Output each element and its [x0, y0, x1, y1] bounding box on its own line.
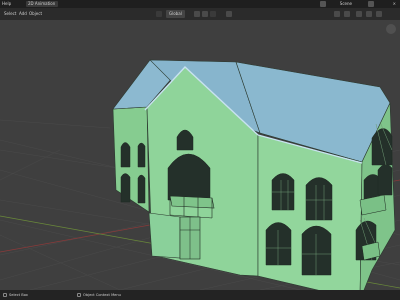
overlay-icon[interactable] [334, 11, 340, 17]
status-right-hint: Object Context Menu [83, 293, 121, 297]
orientation-dropdown[interactable]: Global [166, 10, 185, 18]
view-layer-icon[interactable] [368, 1, 374, 7]
door [179, 216, 201, 260]
rendered-shading-icon[interactable] [376, 11, 382, 17]
status-left-hint: Select Box [9, 293, 28, 297]
material-shading-icon[interactable] [366, 11, 372, 17]
xray-icon[interactable] [344, 11, 350, 17]
mouse-right-icon [77, 293, 81, 297]
top-bar: Help 2D Animation Scene × [0, 0, 400, 8]
menu-object[interactable]: Object [29, 8, 42, 20]
snap-icon[interactable] [202, 11, 208, 17]
mouse-left-icon [3, 293, 7, 297]
transform-orientation-icon[interactable] [156, 11, 162, 17]
close-icon[interactable]: × [393, 0, 396, 8]
proportional-editing-icon[interactable] [226, 11, 232, 17]
workspace-tab[interactable]: 2D Animation [26, 1, 58, 7]
solid-shading-icon[interactable] [356, 11, 362, 17]
status-bar: Select Box Object Context Menu [0, 290, 400, 300]
menu-add[interactable]: Add [19, 8, 27, 20]
viewport-header: Select Add Object Global [0, 8, 400, 20]
viewport-canvas [0, 59, 400, 290]
menu-select[interactable]: Select [4, 8, 16, 20]
building-model[interactable] [112, 59, 396, 290]
scene-icon[interactable] [320, 1, 326, 7]
menu-help[interactable]: Help [2, 0, 11, 8]
snap-options-icon[interactable] [210, 11, 216, 17]
navigation-gizmo-icon[interactable] [386, 24, 396, 34]
3d-viewport[interactable] [0, 20, 400, 290]
scene-selector[interactable]: Scene [340, 0, 352, 8]
pivot-icon[interactable] [194, 11, 200, 17]
